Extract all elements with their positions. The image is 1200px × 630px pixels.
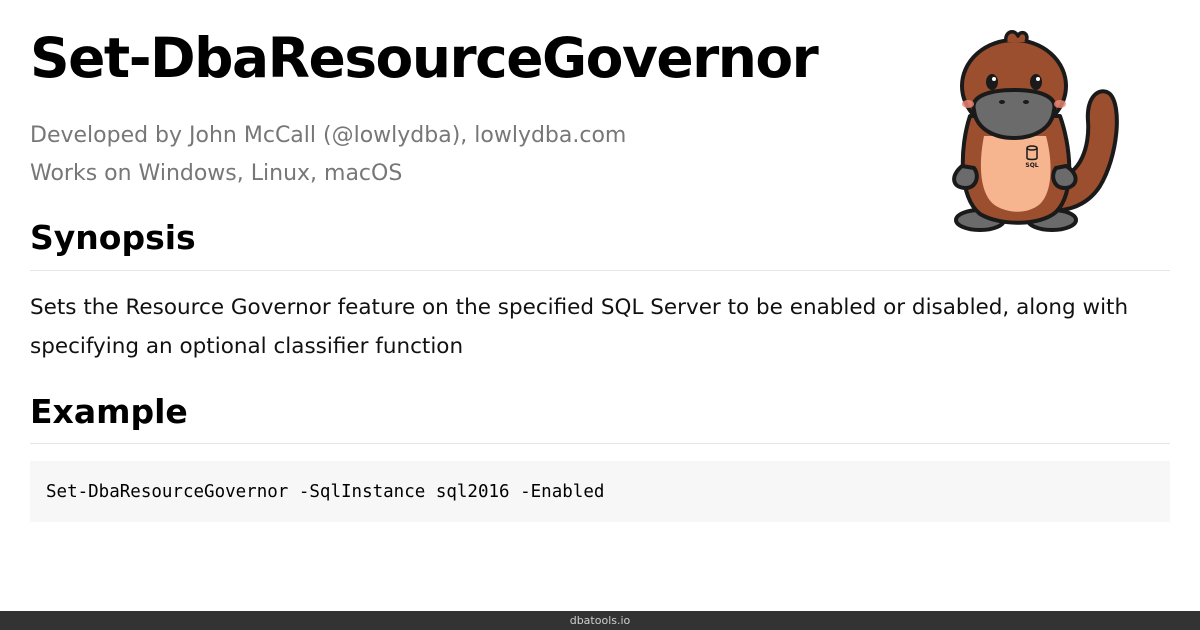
- page-meta: Developed by John McCall (@lowlydba), lo…: [30, 117, 626, 193]
- platform-support: Works on Windows, Linux, macOS: [30, 161, 403, 186]
- page: Set-DbaResourceGovernor Developed by Joh…: [0, 0, 1200, 630]
- mascot-belly: [980, 136, 1051, 212]
- platypus-mascot-icon: SQL: [952, 30, 1119, 232]
- mascot-tuft: [1004, 30, 1029, 43]
- page-title: Set-DbaResourceGovernor: [30, 26, 819, 90]
- sql-badge-label: SQL: [1025, 162, 1038, 169]
- example-divider: [30, 443, 1170, 444]
- mascot-right-eye: [1030, 74, 1042, 90]
- footer-site-link[interactable]: dbatools.io: [570, 614, 631, 627]
- synopsis-divider: [30, 270, 1170, 271]
- synopsis-heading: Synopsis: [30, 218, 196, 257]
- developer-credit: Developed by John McCall (@lowlydba), lo…: [30, 123, 627, 148]
- footer: dbatools.io: [0, 611, 1200, 630]
- mascot-left-hand: [952, 164, 979, 190]
- mascot-right-hand: [1051, 164, 1078, 190]
- mascot-left-eye: [986, 74, 998, 90]
- synopsis-text: Sets the Resource Governor feature on th…: [30, 295, 1129, 359]
- example-code: Set-DbaResourceGovernor -SqlInstance sql…: [46, 481, 605, 502]
- mascot-bill: [971, 88, 1057, 140]
- example-heading: Example: [30, 392, 188, 431]
- example-code-block: Set-DbaResourceGovernor -SqlInstance sql…: [30, 461, 1170, 522]
